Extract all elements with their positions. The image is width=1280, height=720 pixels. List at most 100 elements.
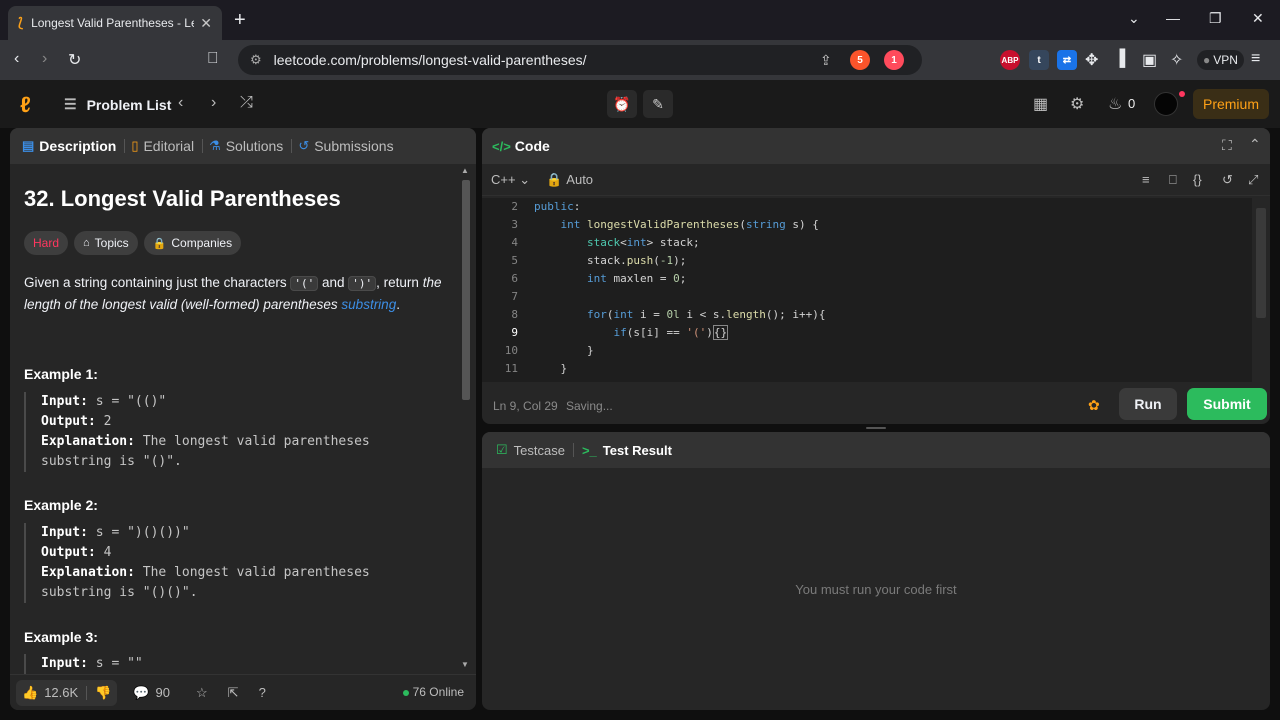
output-value: 2 xyxy=(95,414,112,429)
document-icon: ▤ xyxy=(22,138,35,153)
tab-test-result[interactable]: >_ Test Result xyxy=(582,443,672,458)
premium-button[interactable]: Premium xyxy=(1193,89,1269,119)
code-line: 10 } xyxy=(482,342,1242,360)
share-icon[interactable]: ⇪ xyxy=(820,52,832,69)
layout-icon[interactable]: ▦ xyxy=(1033,94,1048,114)
code-line: 8 for(int i = 0l i < s.length(); i++){ xyxy=(482,306,1242,324)
avatar[interactable] xyxy=(1154,92,1178,116)
tab-testcase[interactable]: ☑ Testcase xyxy=(496,442,565,458)
tab-submissions[interactable]: ↺ Submissions xyxy=(298,138,393,154)
shuffle-icon[interactable]: ⤮ xyxy=(240,94,253,112)
tab-editorial[interactable]: ▯ Editorial xyxy=(131,138,194,154)
tab-editorial-label: Editorial xyxy=(143,138,195,154)
tab-divider xyxy=(124,139,126,153)
explanation-value-cont: substring is "()()". xyxy=(41,585,198,600)
tab-description[interactable]: ▤ Description xyxy=(22,138,116,154)
timer-button[interactable]: ⏰ xyxy=(607,90,637,118)
vpn-button[interactable]: ● VPN xyxy=(1197,50,1244,70)
problem-badges: Hard ⌂ Topics 🔒 Companies xyxy=(24,231,247,255)
close-window-icon[interactable]: ✕ xyxy=(1252,10,1264,27)
problem-list-button[interactable]: ☰ Problem List xyxy=(64,96,171,113)
close-tab-icon[interactable]: ✕ xyxy=(200,15,212,32)
expand-icon[interactable]: ⤢ xyxy=(1248,172,1258,188)
browser-menu-icon[interactable]: ≡ xyxy=(1251,50,1260,68)
line-number: 8 xyxy=(511,308,518,321)
help-icon[interactable]: ? xyxy=(259,685,266,700)
code-text: } xyxy=(534,344,594,357)
difficulty-badge: Hard xyxy=(24,231,69,255)
topics-button[interactable]: ⌂ Topics xyxy=(74,231,138,255)
editor-scrollbar[interactable] xyxy=(1256,208,1266,318)
chevron-down-icon: ⌄ xyxy=(519,171,531,187)
substring-link[interactable]: substring xyxy=(341,297,396,312)
notes-button[interactable]: ✎ xyxy=(643,90,673,118)
submit-button[interactable]: Submit xyxy=(1187,388,1267,420)
streak-fire-icon[interactable]: ♨ xyxy=(1108,94,1122,114)
translate-extension-icon[interactable]: ⇄ xyxy=(1057,50,1077,70)
browser-tab[interactable]: ⟅ Longest Valid Parentheses - Lee ✕ xyxy=(8,6,222,40)
empty-result-message: You must run your code first xyxy=(795,582,957,597)
new-tab-icon[interactable]: + xyxy=(234,9,246,32)
input-value: s = ")()())" xyxy=(87,525,190,540)
like-count: 12.6K xyxy=(44,685,79,700)
format-icon[interactable]: ≡ xyxy=(1142,172,1150,187)
panel-resize-handle[interactable] xyxy=(866,427,886,429)
bookmark-icon[interactable]: ⎕ xyxy=(208,50,218,68)
debug-icon[interactable]: ✿ xyxy=(1088,397,1100,414)
code-status-bar: Ln 9, Col 29 Saving... ✿ Run Submit xyxy=(482,388,1270,424)
adblock-extension-icon[interactable]: ABP xyxy=(1000,50,1020,70)
leo-ai-icon[interactable]: ✧ xyxy=(1170,50,1183,70)
fullscreen-icon[interactable]: ⛶ xyxy=(1222,137,1232,154)
browser-tab-bar: ⟅ Longest Valid Parentheses - Lee ✕ + ⌄ … xyxy=(0,0,1280,40)
code-line: 4 stack<int> stack; xyxy=(482,234,1242,252)
output-value: 4 xyxy=(95,545,112,560)
run-button[interactable]: Run xyxy=(1119,388,1177,420)
star-icon[interactable]: ☆ xyxy=(196,685,208,701)
output-label: Output: xyxy=(41,545,96,560)
maximize-icon[interactable]: ❐ xyxy=(1209,10,1222,27)
back-icon[interactable]: ‹ xyxy=(14,50,19,68)
leetcode-logo-icon[interactable]: ℓ xyxy=(20,92,31,118)
site-info-icon[interactable]: ⚙ xyxy=(250,52,262,68)
example-3-heading: Example 3: xyxy=(24,629,98,645)
sidebar-icon[interactable]: ▐ xyxy=(1114,50,1125,68)
brave-rewards-icon[interactable]: 1 xyxy=(884,50,904,70)
share-icon[interactable]: ⇱ xyxy=(228,685,239,701)
code-editor[interactable]: 2 public: 3 int longestValidParentheses(s… xyxy=(482,198,1252,382)
prev-problem-icon[interactable]: ‹ xyxy=(178,94,183,112)
bookmark-icon[interactable]: ⎕ xyxy=(1169,172,1177,188)
settings-icon[interactable]: ⚙ xyxy=(1070,94,1084,114)
collapse-icon[interactable]: ⌃ xyxy=(1249,136,1261,153)
line-number: 2 xyxy=(511,200,518,213)
code-line: 11 } xyxy=(482,360,1242,378)
tab-solutions[interactable]: ⚗ Solutions xyxy=(209,138,283,154)
like-button[interactable]: 👍 12.6K 👎 xyxy=(16,679,118,706)
description-scroll-thumb[interactable] xyxy=(462,180,470,400)
terminal-icon: >_ xyxy=(581,442,597,458)
note-icon: ✎ xyxy=(652,95,664,112)
wallet-icon[interactable]: ▣ xyxy=(1142,50,1157,70)
braces-icon[interactable]: {} xyxy=(1193,172,1202,187)
reset-icon[interactable]: ↺ xyxy=(1222,172,1233,188)
notification-dot xyxy=(1179,91,1185,97)
companies-button[interactable]: 🔒 Companies xyxy=(143,231,242,255)
next-problem-icon[interactable]: › xyxy=(211,94,216,112)
thumbs-down-icon[interactable]: 👎 xyxy=(95,685,111,701)
extensions-puzzle-icon[interactable]: ✥ xyxy=(1085,50,1098,70)
explanation-value-cont: substring is "()". xyxy=(41,454,182,469)
rewards-badge-count: 1 xyxy=(891,54,897,66)
tab-search-icon[interactable]: ⌄ xyxy=(1128,10,1140,27)
brave-shields-icon[interactable]: 5 xyxy=(850,50,870,70)
reload-icon[interactable]: ↻ xyxy=(68,50,81,70)
language-select[interactable]: C++ ⌄ xyxy=(491,172,530,188)
code-text: int longestValidParentheses(string s) { xyxy=(560,218,819,231)
tab-divider xyxy=(291,139,293,153)
comment-icon[interactable]: 💬 xyxy=(133,685,149,701)
minimize-icon[interactable]: — xyxy=(1166,10,1180,26)
code-line: 3 int longestValidParentheses(string s) … xyxy=(482,216,1242,234)
scroll-up-icon[interactable]: ▲ xyxy=(461,166,469,175)
forward-icon[interactable]: › xyxy=(42,50,47,68)
tumblr-extension-icon[interactable]: t xyxy=(1029,50,1049,70)
scroll-down-icon[interactable]: ▼ xyxy=(461,660,469,669)
saving-status: Saving... xyxy=(566,399,613,413)
